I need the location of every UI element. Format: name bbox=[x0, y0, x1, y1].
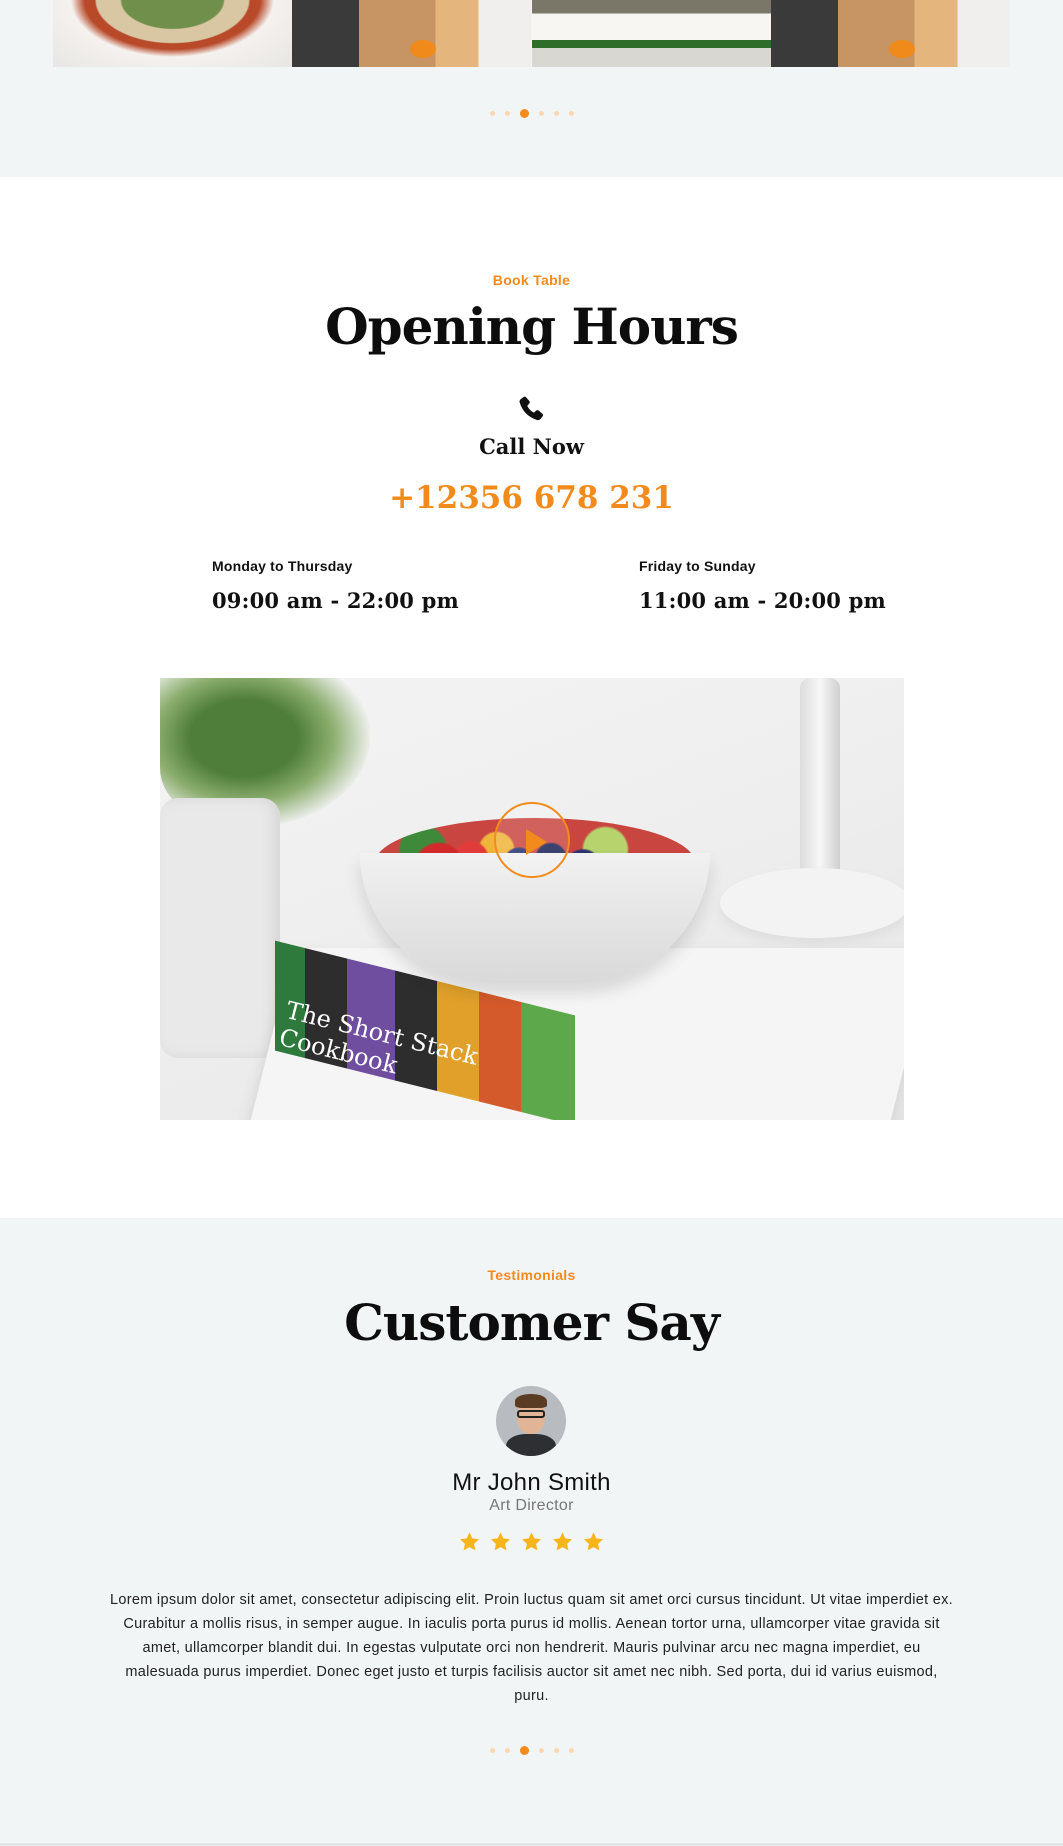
pagination-dot[interactable] bbox=[504, 111, 510, 116]
section-eyebrow: Testimonials bbox=[487, 1267, 576, 1283]
schedule-weekend: Friday to Sunday 11:00 am - 20:00 pm bbox=[639, 558, 886, 613]
testimonial-pagination bbox=[0, 1746, 1063, 1755]
lamp-image bbox=[800, 678, 840, 878]
testimonials-section: Testimonials Customer Say Mr John Smith … bbox=[0, 1218, 1063, 1846]
section-title: Customer Say bbox=[344, 1293, 720, 1352]
gallery-image-salad[interactable] bbox=[53, 0, 292, 67]
gallery-image-toast[interactable] bbox=[292, 0, 532, 67]
star-rating bbox=[0, 1531, 1063, 1553]
pagination-dot[interactable] bbox=[538, 1748, 544, 1753]
testimonial-quote: Lorem ipsum dolor sit amet, consectetur … bbox=[110, 1592, 953, 1704]
schedule-time: 09:00 am - 22:00 pm bbox=[212, 588, 459, 613]
schedule-time: 11:00 am - 20:00 pm bbox=[639, 588, 886, 613]
star-icon bbox=[553, 1532, 572, 1551]
phone-number-link[interactable]: +12356 678 231 bbox=[0, 480, 1063, 516]
gallery-image-toast-2[interactable] bbox=[770, 0, 1010, 67]
avatar-hair bbox=[515, 1394, 547, 1408]
lamp-base-image bbox=[720, 868, 904, 938]
pagination-dot-active[interactable] bbox=[519, 1746, 529, 1755]
star-icon bbox=[491, 1532, 510, 1551]
pagination-dot[interactable] bbox=[538, 111, 544, 116]
phone-icon bbox=[519, 396, 544, 421]
opening-hours-section: Book Table Opening Hours Call Now +12356… bbox=[0, 177, 1063, 1218]
schedule-weekdays: Monday to Thursday 09:00 am - 22:00 pm bbox=[212, 558, 459, 613]
gallery-pagination bbox=[0, 109, 1063, 118]
gallery-carousel[interactable] bbox=[53, 0, 1010, 67]
pagination-dot[interactable] bbox=[568, 1748, 574, 1753]
reviewer-name: Mr John Smith bbox=[452, 1469, 611, 1496]
star-icon bbox=[522, 1532, 541, 1551]
section-title: Opening Hours bbox=[325, 297, 739, 356]
pagination-dot-active[interactable] bbox=[519, 109, 529, 118]
section-eyebrow: Book Table bbox=[492, 272, 571, 288]
pagination-dot[interactable] bbox=[489, 111, 495, 116]
avatar-glasses bbox=[517, 1410, 545, 1418]
pagination-dot[interactable] bbox=[489, 1748, 495, 1753]
play-icon bbox=[526, 829, 547, 855]
pagination-dot[interactable] bbox=[568, 111, 574, 116]
pagination-dot[interactable] bbox=[553, 111, 559, 116]
pagination-dot[interactable] bbox=[504, 1748, 510, 1753]
avatar-body bbox=[506, 1434, 556, 1456]
star-icon bbox=[584, 1532, 603, 1551]
video-thumbnail[interactable]: The Short Stack Cookbook bbox=[160, 678, 904, 1120]
reviewer-role: Art Director bbox=[489, 1497, 574, 1514]
gallery-section bbox=[0, 0, 1063, 177]
schedule-days: Monday to Thursday bbox=[212, 558, 353, 574]
call-now-label: Call Now bbox=[479, 434, 584, 459]
schedule-days: Friday to Sunday bbox=[639, 558, 756, 574]
avatar bbox=[496, 1386, 566, 1456]
telephone-image bbox=[160, 798, 280, 1058]
play-button[interactable] bbox=[494, 802, 570, 878]
star-icon bbox=[460, 1532, 479, 1551]
gallery-image-sandwich[interactable] bbox=[531, 0, 771, 67]
pagination-dot[interactable] bbox=[553, 1748, 559, 1753]
